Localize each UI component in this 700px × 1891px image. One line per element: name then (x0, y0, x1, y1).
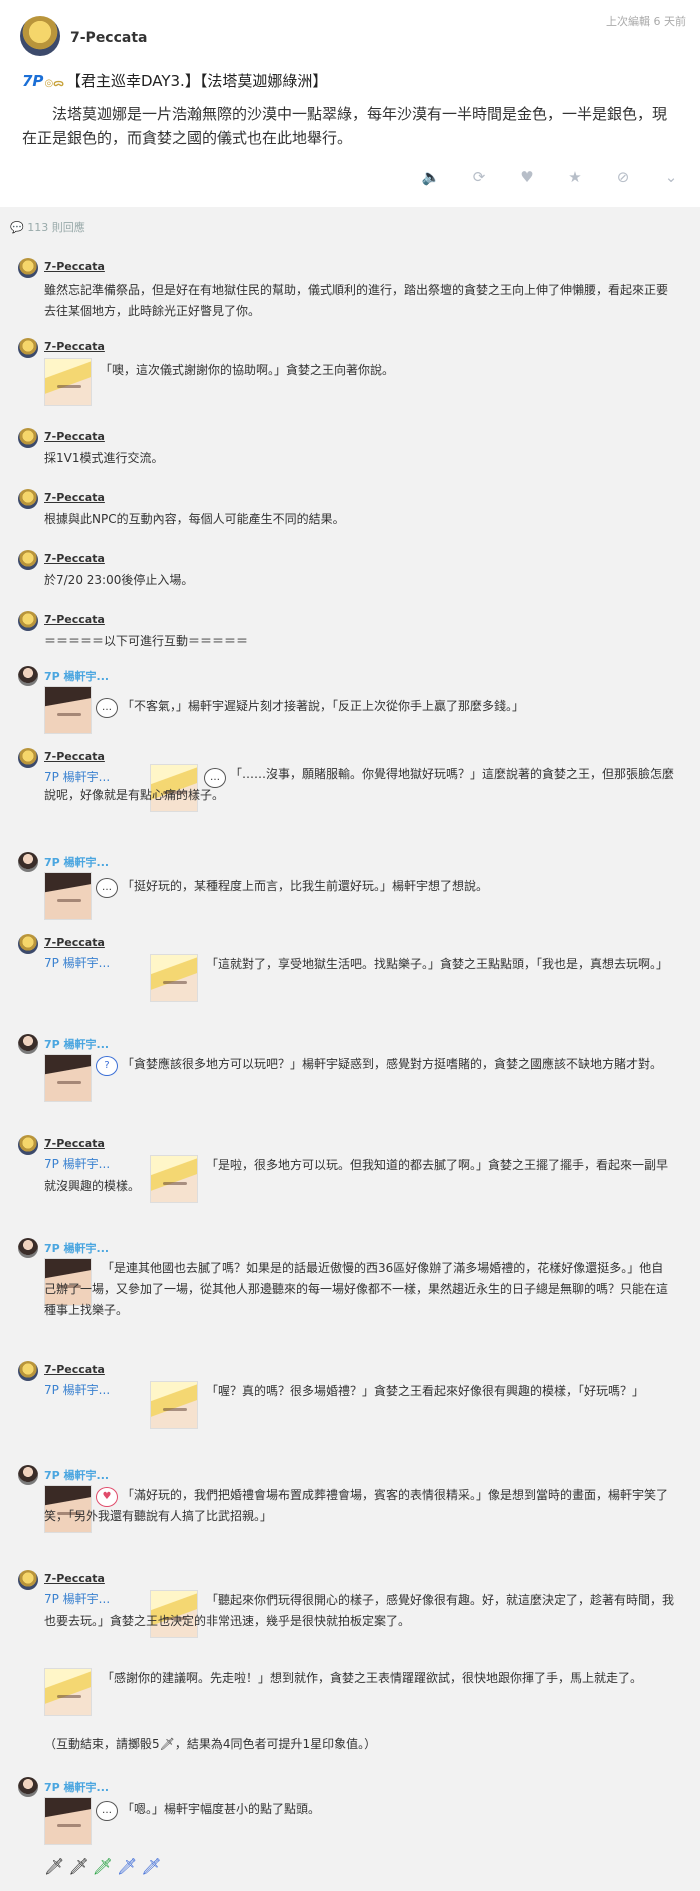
post-author[interactable]: 7-Peccata (70, 30, 148, 46)
reply-text: 「……沒事，願賭服輸。你覺得地獄好玩嗎？」這麼說著的貪婪之王，但那張臉怎麼說呢，… (44, 767, 675, 802)
reply-text: 「嗯。」楊軒宇幅度甚小的點了點頭。 (122, 1802, 321, 1816)
avatar[interactable] (18, 550, 38, 570)
ellipsis-bubble-icon: … (96, 1801, 118, 1821)
avatar[interactable] (18, 748, 38, 768)
reply-text: ＝＝＝＝＝以下可進行互動＝＝＝＝＝ (44, 634, 249, 648)
reply-author[interactable]: 7P 楊軒宇... (44, 1240, 109, 1256)
reply-author[interactable]: 7P 楊軒宇... (44, 1467, 109, 1483)
reply-author[interactable]: 7-Peccata (44, 1363, 105, 1376)
avatar[interactable] (18, 1570, 38, 1590)
reply-text: 「是連其他國也去膩了嗎？如果是的話最近傲慢的西36區好像辦了滿多場婚禮的，花樣好… (44, 1261, 669, 1317)
avatar[interactable] (18, 428, 38, 448)
reply-author[interactable]: 7-Peccata (44, 552, 105, 565)
replies-count[interactable]: 💬 113 則回應 (10, 219, 85, 235)
reply-author[interactable]: 7-Peccata (44, 1137, 105, 1150)
post-title-text: 【君主巡幸DAY3.】【法塔莫迦娜綠洲】 (65, 72, 328, 90)
avatar[interactable] (18, 489, 38, 509)
reply-text: 「不客氣，」楊軒宇遲疑片刻才接著說，「反正上次從你手上贏了那麼多錢。」 (122, 699, 525, 713)
post-card: 7-Peccata 上次編輯 6 天前 7P◎ᯅ 【君主巡幸DAY3.】【法塔莫… (0, 0, 700, 207)
avatar[interactable] (18, 338, 38, 358)
reply-text: 「貪婪應該很多地方可以玩吧？」楊軒宇疑惑到，感覺對方挺嗜賭的，貪婪之國應該不缺地… (122, 1057, 663, 1071)
reply-text: 「喔？真的嗎？很多場婚禮？」貪婪之王看起來好像很有興趣的模樣，「好玩嗎？」 (206, 1384, 645, 1398)
character-portrait (44, 872, 92, 920)
tag-icon[interactable]: ⊘ (612, 166, 634, 188)
reply-text: 採1V1模式進行交流。 (44, 451, 164, 465)
ellipsis-bubble-icon: … (96, 878, 118, 898)
sword-icon: 🗡 (92, 1857, 113, 1876)
edited-time: 上次編輯 6 天前 (606, 15, 686, 28)
character-portrait (44, 686, 92, 734)
avatar[interactable] (18, 934, 38, 954)
character-portrait (44, 358, 92, 406)
avatar[interactable] (18, 1777, 38, 1797)
reply-author[interactable]: 7-Peccata (44, 430, 105, 443)
reply-author[interactable]: 7P 楊軒宇... (44, 854, 109, 870)
reply-author[interactable]: 7-Peccata (44, 1572, 105, 1585)
sword-icon: 🗡 (68, 1857, 89, 1876)
post-actions: 🔈 ⟳ ♥ ★ ⊘ ⌄ (420, 166, 682, 188)
post-body: 法塔莫迦娜是一片浩瀚無際的沙漠中一點翠綠，每年沙漠有一半時間是金色，一半是銀色，… (22, 105, 668, 147)
reply-text: 「聽起來你們玩得很開心的樣子，感覺好像很有趣。好，就這麼決定了，趁著有時間，我也… (44, 1593, 675, 1628)
avatar[interactable] (18, 1361, 38, 1381)
reply-text: 根據與此NPC的互動內容，每個人可能產生不同的結果。 (44, 512, 345, 526)
7p-badge-icon: 7P◎ᯅ (22, 71, 64, 90)
avatar[interactable] (18, 666, 38, 686)
comment-icon: 💬 (10, 221, 28, 234)
dice-result: 🗡 🗡 🗡 🗡 🗡 (44, 1857, 162, 1876)
avatar[interactable] (18, 1465, 38, 1485)
heart-icon[interactable]: ♥ (516, 166, 538, 188)
post-title: 7P◎ᯅ 【君主巡幸DAY3.】【法塔莫迦娜綠洲】 (22, 70, 327, 91)
avatar[interactable] (18, 1135, 38, 1155)
speaker-icon[interactable]: 🔈 (420, 166, 442, 188)
avatar[interactable] (18, 1238, 38, 1258)
character-portrait (44, 1797, 92, 1845)
avatar[interactable] (18, 611, 38, 631)
star-icon[interactable]: ★ (564, 166, 586, 188)
sword-icon: 🗡 (116, 1857, 138, 1876)
sword-icon: 🗡 (141, 1857, 162, 1876)
reply-text: 於7/20 23:00後停止入場。 (44, 573, 194, 587)
reply-author[interactable]: 7P 楊軒宇... (44, 668, 109, 684)
reply-author[interactable]: 7-Peccata (44, 613, 105, 626)
ellipsis-bubble-icon: … (96, 698, 118, 718)
reply-author[interactable]: 7-Peccata (44, 260, 105, 273)
reply-text: 「噢，這次儀式謝謝你的協助啊。」貪婪之王向著你說。 (100, 363, 395, 377)
reply-text: 「滿好玩的，我們把婚禮會場布置成葬禮會場，賓客的表情很精采。」像是想到當時的畫面… (44, 1488, 669, 1523)
avatar[interactable] (18, 258, 38, 278)
avatar[interactable] (18, 1034, 38, 1054)
avatar[interactable] (18, 852, 38, 872)
reply-author[interactable]: 7-Peccata (44, 491, 105, 504)
author-avatar[interactable] (20, 16, 60, 56)
reply-author[interactable]: 7-Peccata (44, 750, 105, 763)
reply-author[interactable]: 7-Peccata (44, 340, 105, 353)
reply-author[interactable]: 7P 楊軒宇... (44, 1036, 109, 1052)
reply-text-2: 「感謝你的建議啊。先走啦！」想到就作，貪婪之王表情躍躍欲試，很快地跟你揮了手，馬… (102, 1671, 643, 1685)
reblog-icon[interactable]: ⟳ (468, 166, 490, 188)
reply-text: 雖然忘記準備祭品，但是好在有地獄住民的幫助，儀式順利的進行，踏出祭壇的貪婪之王向… (44, 283, 669, 318)
chevron-down-icon[interactable]: ⌄ (660, 166, 682, 188)
reply-author[interactable]: 7P 楊軒宇... (44, 1779, 109, 1795)
reply-text: 「是啦，很多地方可以玩。但我知道的都去膩了啊。」貪婪之王擺了擺手，看起來一副早就… (44, 1158, 669, 1193)
reply-text-3: （互動結束，請擲骰5🗡，結果為4同色者可提升1星印象值。） (44, 1737, 377, 1751)
reply-text: 「這就對了，享受地獄生活吧。找點樂子。」貪婪之王點點頭，「我也是，真想去玩啊。」 (206, 957, 669, 971)
reply-text: 「挺好玩的，某種程度上而言，比我生前還好玩。」楊軒宇想了想說。 (122, 879, 489, 893)
sword-icon: 🗡 (44, 1857, 65, 1876)
reply-author[interactable]: 7-Peccata (44, 936, 105, 949)
